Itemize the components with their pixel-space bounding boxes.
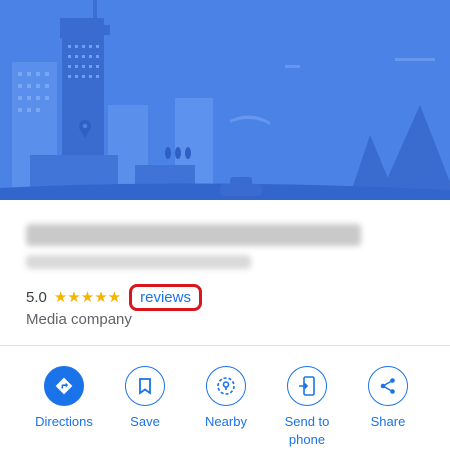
nearby-button[interactable]: Nearby [186, 366, 266, 431]
place-address-redacted [26, 255, 251, 269]
action-buttons-row: Directions Save Nearby Send to phone Sha… [0, 346, 450, 455]
share-label: Share [370, 414, 406, 429]
nearby-icon [206, 366, 246, 406]
place-name-redacted [26, 224, 361, 246]
save-label: Save [130, 414, 160, 429]
place-info-panel: 5.0 ★★★★★ reviews Media company [0, 200, 450, 345]
bookmark-icon [125, 366, 165, 406]
nearby-label: Nearby [205, 414, 247, 429]
rating-value: 5.0 [26, 288, 47, 306]
send-to-phone-label: Send to phone [284, 414, 330, 447]
directions-label: Directions [35, 414, 93, 429]
share-icon [368, 366, 408, 406]
rating-row: 5.0 ★★★★★ reviews [26, 283, 202, 311]
directions-icon [44, 366, 84, 406]
reviews-link[interactable]: reviews [129, 283, 202, 311]
star-rating-icons: ★★★★★ [53, 289, 122, 306]
send-to-phone-button[interactable]: Send to phone [267, 366, 347, 449]
directions-button[interactable]: Directions [24, 366, 104, 431]
send-to-phone-icon [287, 366, 327, 406]
hero-city-illustration [0, 0, 450, 200]
save-button[interactable]: Save [105, 366, 185, 431]
share-button[interactable]: Share [348, 366, 428, 431]
place-category: Media company [26, 311, 132, 328]
